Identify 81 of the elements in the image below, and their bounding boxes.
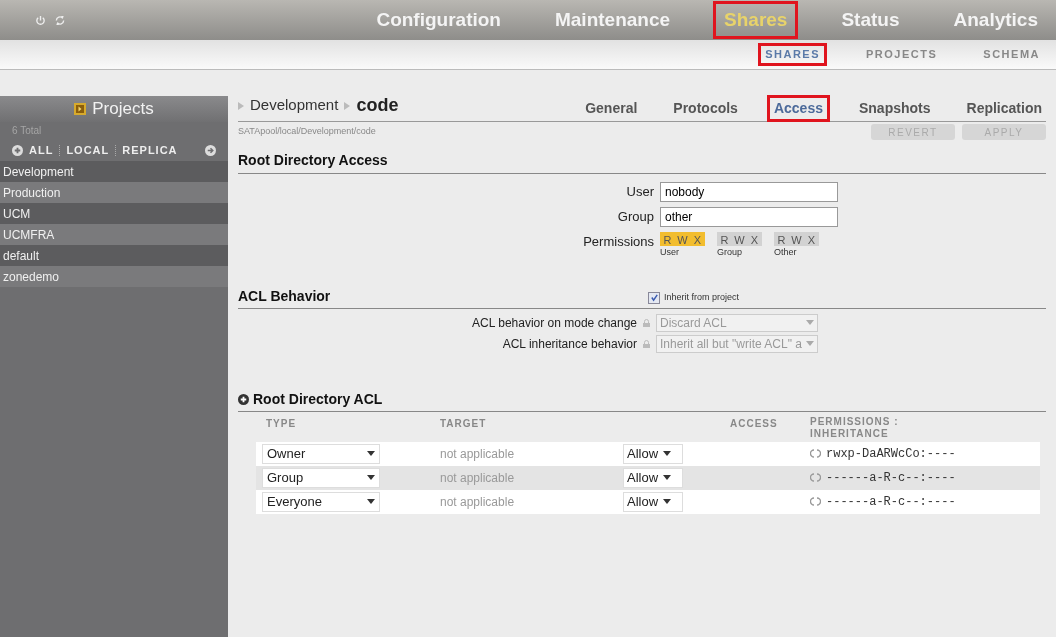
- breadcrumb-item[interactable]: Development: [250, 94, 339, 117]
- section-heading: ACL Behavior: [238, 286, 332, 306]
- type-select[interactable]: Everyone: [262, 491, 380, 512]
- add-icon[interactable]: [238, 393, 249, 405]
- sub-nav-tab[interactable]: PROJECTS: [862, 46, 942, 63]
- column-header: ACCESS: [730, 416, 779, 431]
- field-label: Permissions: [582, 233, 655, 251]
- permission-toggle[interactable]: X: [690, 232, 705, 246]
- tab[interactable]: Replication: [962, 98, 1046, 119]
- permission-toggle[interactable]: W: [675, 232, 690, 246]
- caret-icon: [367, 451, 375, 456]
- sub-nav-tab[interactable]: SCHEMA: [979, 46, 1044, 63]
- lock-icon: [643, 339, 650, 348]
- field-label: Group: [616, 208, 655, 227]
- permission-toggle[interactable]: R: [774, 232, 789, 246]
- breadcrumb-arrow-icon: [344, 101, 351, 110]
- user-field[interactable]: nobody: [660, 182, 838, 202]
- filter-link[interactable]: ALL: [29, 141, 54, 159]
- caret-icon: [367, 499, 375, 504]
- sub-nav-tab[interactable]: SHARES: [761, 46, 825, 63]
- permission-toggle[interactable]: X: [747, 232, 762, 246]
- permission-toggle[interactable]: R: [717, 232, 732, 246]
- inheritance-icon[interactable]: [810, 473, 821, 482]
- permission-toggle[interactable]: R: [660, 232, 675, 246]
- arrow-right-icon[interactable]: [205, 144, 216, 156]
- caret-icon: [663, 475, 672, 480]
- sidebar-title: Projects: [92, 98, 154, 121]
- share-path: SATApool/local/Development/code: [238, 125, 376, 139]
- access-select[interactable]: Allow: [623, 467, 683, 488]
- caret-icon: [663, 499, 672, 504]
- group-field[interactable]: other: [660, 207, 838, 227]
- section-heading: Root Directory Access: [238, 152, 388, 168]
- breadcrumb-arrow-icon: [238, 101, 244, 110]
- tab[interactable]: General: [581, 98, 642, 119]
- access-select[interactable]: Allow: [623, 491, 683, 512]
- refresh-icon[interactable]: [54, 14, 66, 26]
- type-select[interactable]: Owner: [262, 443, 380, 464]
- field-label: User: [625, 183, 655, 202]
- project-item[interactable]: Production: [0, 182, 228, 203]
- checkbox-label: Inherit from project: [664, 291, 740, 304]
- inheritance-icon[interactable]: [810, 497, 821, 506]
- permission-group-label: User: [660, 246, 680, 259]
- project-item[interactable]: Development: [0, 161, 228, 182]
- field-label: ACL inheritance behavior: [501, 335, 638, 353]
- section-heading: Root Directory ACL: [253, 389, 383, 409]
- field-label: ACL behavior on mode change: [471, 314, 638, 332]
- filter-link[interactable]: REPLICA: [122, 141, 178, 159]
- table-cell-text: not applicable: [440, 469, 516, 487]
- inherit-checkbox[interactable]: [648, 291, 660, 304]
- column-header: TYPE: [265, 416, 298, 431]
- table-cell-text: not applicable: [440, 493, 516, 511]
- project-item[interactable]: UCM: [0, 203, 228, 224]
- permissions-cell-text: ------a-R-c--:----: [826, 469, 956, 487]
- lock-icon: [643, 318, 650, 327]
- type-select[interactable]: Group: [262, 467, 380, 488]
- power-icon[interactable]: [35, 14, 46, 26]
- column-header: PERMISSIONS : INHERITANCE: [810, 415, 900, 441]
- permissions-cell-text: ------a-R-c--:----: [826, 493, 956, 511]
- permission-group-label: Other: [774, 246, 798, 259]
- permission-toggle[interactable]: W: [732, 232, 747, 246]
- access-select[interactable]: Allow: [623, 443, 683, 464]
- caret-icon: [663, 451, 672, 456]
- project-item[interactable]: UCMFRA: [0, 224, 228, 245]
- project-icon: [74, 103, 87, 115]
- filter-link[interactable]: LOCAL: [66, 141, 110, 159]
- caret-icon: [806, 320, 814, 325]
- caret-icon: [806, 341, 814, 346]
- inheritance-icon[interactable]: [810, 449, 821, 458]
- permission-toggle[interactable]: X: [804, 232, 819, 246]
- permissions-cell-text: rwxp-DaARWcCo:----: [826, 445, 956, 463]
- breadcrumb-item: code: [356, 94, 399, 117]
- permission-group-label: Group: [717, 246, 743, 259]
- caret-icon: [367, 475, 375, 480]
- project-item[interactable]: zonedemo: [0, 266, 228, 287]
- project-item[interactable]: default: [0, 245, 228, 266]
- tab[interactable]: Access: [769, 98, 827, 119]
- column-header: TARGET: [440, 416, 488, 431]
- tab[interactable]: Snapshots: [854, 98, 935, 119]
- table-cell-text: not applicable: [440, 445, 516, 463]
- tab[interactable]: Protocols: [669, 98, 742, 119]
- permission-toggle[interactable]: W: [789, 232, 804, 246]
